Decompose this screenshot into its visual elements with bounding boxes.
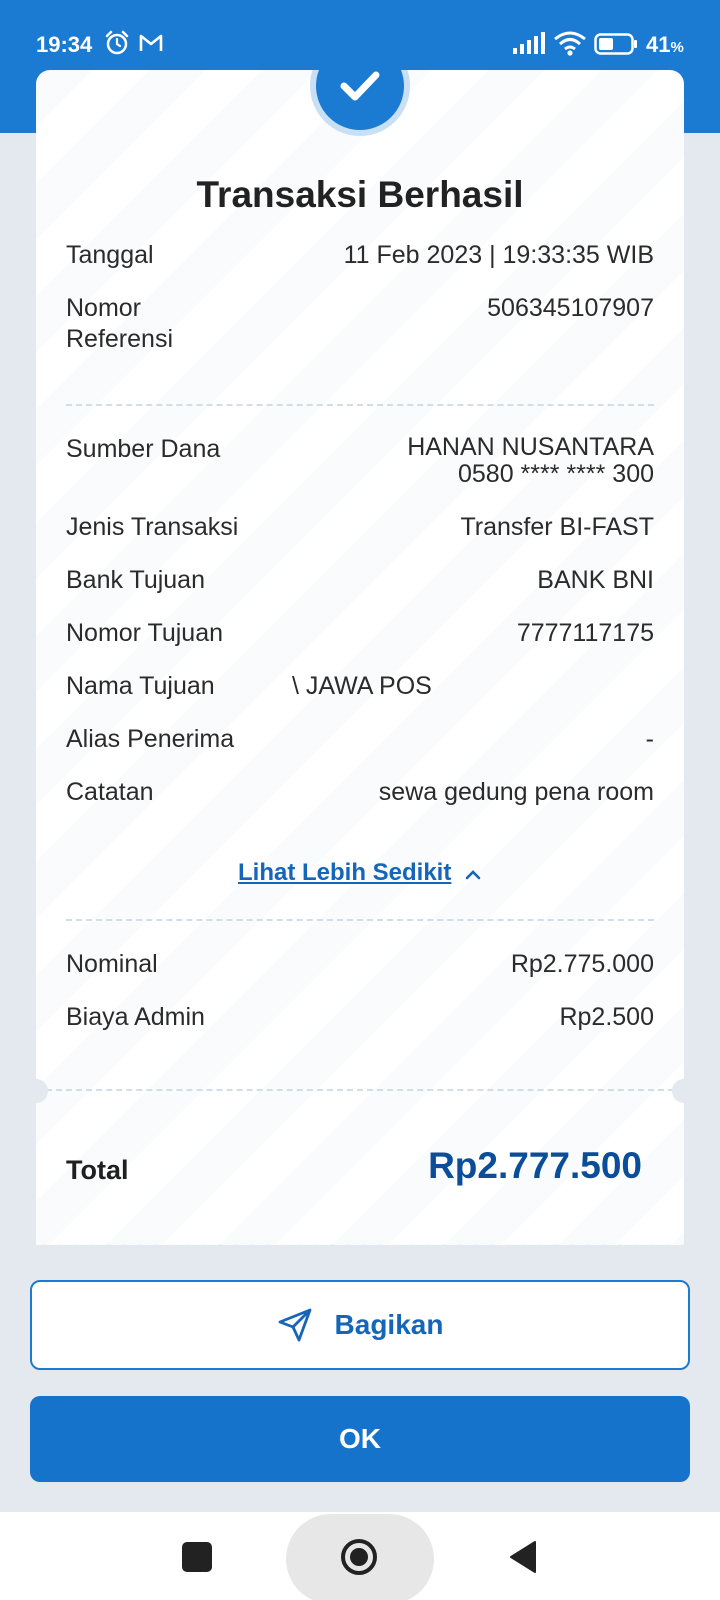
battery-level-unit: % xyxy=(670,39,684,56)
receipt-card: Transaksi Berhasil Tanggal 11 Feb 2023 |… xyxy=(36,70,684,1245)
reference-label-line2: Referensi xyxy=(66,325,173,353)
reference-label: Nomor Referensi xyxy=(66,293,173,355)
total-label: Total xyxy=(66,1155,129,1185)
alarm-icon xyxy=(105,30,129,55)
total-value: Rp2.777.500 xyxy=(428,1145,642,1186)
bank-label: Bank Tujuan xyxy=(66,566,205,594)
card-scalloped-edge xyxy=(36,1236,684,1252)
recents-icon[interactable] xyxy=(182,1542,212,1572)
source-name: HANAN NUSANTARA xyxy=(407,433,654,461)
dest-number-value: 7777117175 xyxy=(516,619,654,647)
share-button-label[interactable]: Bagikan xyxy=(335,1309,444,1341)
ok-button[interactable]: OK xyxy=(30,1396,690,1482)
card-notch-right xyxy=(672,1079,696,1103)
dest-name-label: Nama Tujuan xyxy=(66,672,215,700)
wifi-icon xyxy=(554,31,586,56)
date-label: Tanggal xyxy=(66,241,154,269)
admin-fee-value: Rp2.500 xyxy=(559,1003,654,1031)
see-less-link[interactable]: Lihat Lebih Sedikit xyxy=(36,859,684,887)
source-label: Sumber Dana xyxy=(66,435,221,463)
back-icon[interactable] xyxy=(508,1539,538,1575)
source-value: HANAN NUSANTARA 0580 **** **** 300 xyxy=(407,434,654,488)
divider xyxy=(66,404,654,406)
transaction-type-label: Jenis Transaksi xyxy=(66,513,239,541)
source-account: 0580 **** **** 300 xyxy=(458,460,654,488)
signal-icon xyxy=(513,32,545,54)
nominal-value: Rp2.775.000 xyxy=(510,950,654,978)
battery-icon xyxy=(594,33,637,55)
date-value: 11 Feb 2023 | 19:33:35 WIB xyxy=(343,241,654,269)
nominal-label: Nominal xyxy=(66,950,158,978)
receipt-title: Transaksi Berhasil xyxy=(196,174,524,215)
total-divider xyxy=(46,1089,674,1091)
alias-label: Alias Penerima xyxy=(66,725,235,753)
dest-name-value: \ JAWA POS xyxy=(292,672,432,700)
reference-label-line1: Nomor xyxy=(66,294,142,322)
ok-button-label[interactable]: OK xyxy=(339,1423,381,1455)
note-value: sewa gedung pena room xyxy=(378,778,654,806)
share-button[interactable]: Bagikan xyxy=(30,1280,690,1370)
reference-value: 506345107907 xyxy=(487,294,654,322)
see-less-label[interactable]: Lihat Lebih Sedikit xyxy=(238,859,451,886)
dest-number-label: Nomor Tujuan xyxy=(66,619,224,647)
transaction-type-value: Transfer BI-FAST xyxy=(460,513,654,541)
battery-level: 41% xyxy=(646,32,684,58)
card-notch-left xyxy=(24,1079,48,1103)
divider xyxy=(66,919,654,921)
send-icon xyxy=(278,1308,311,1342)
chevron-up-icon xyxy=(465,870,481,880)
battery-level-value: 41 xyxy=(646,32,671,57)
status-time: 19:34 xyxy=(36,32,93,57)
note-label: Catatan xyxy=(66,778,154,806)
bank-value: BANK BNI xyxy=(537,566,654,594)
alias-value: - xyxy=(645,725,654,753)
home-icon[interactable] xyxy=(339,1537,379,1577)
admin-fee-label: Biaya Admin xyxy=(66,1003,205,1031)
gmail-icon xyxy=(139,34,163,51)
